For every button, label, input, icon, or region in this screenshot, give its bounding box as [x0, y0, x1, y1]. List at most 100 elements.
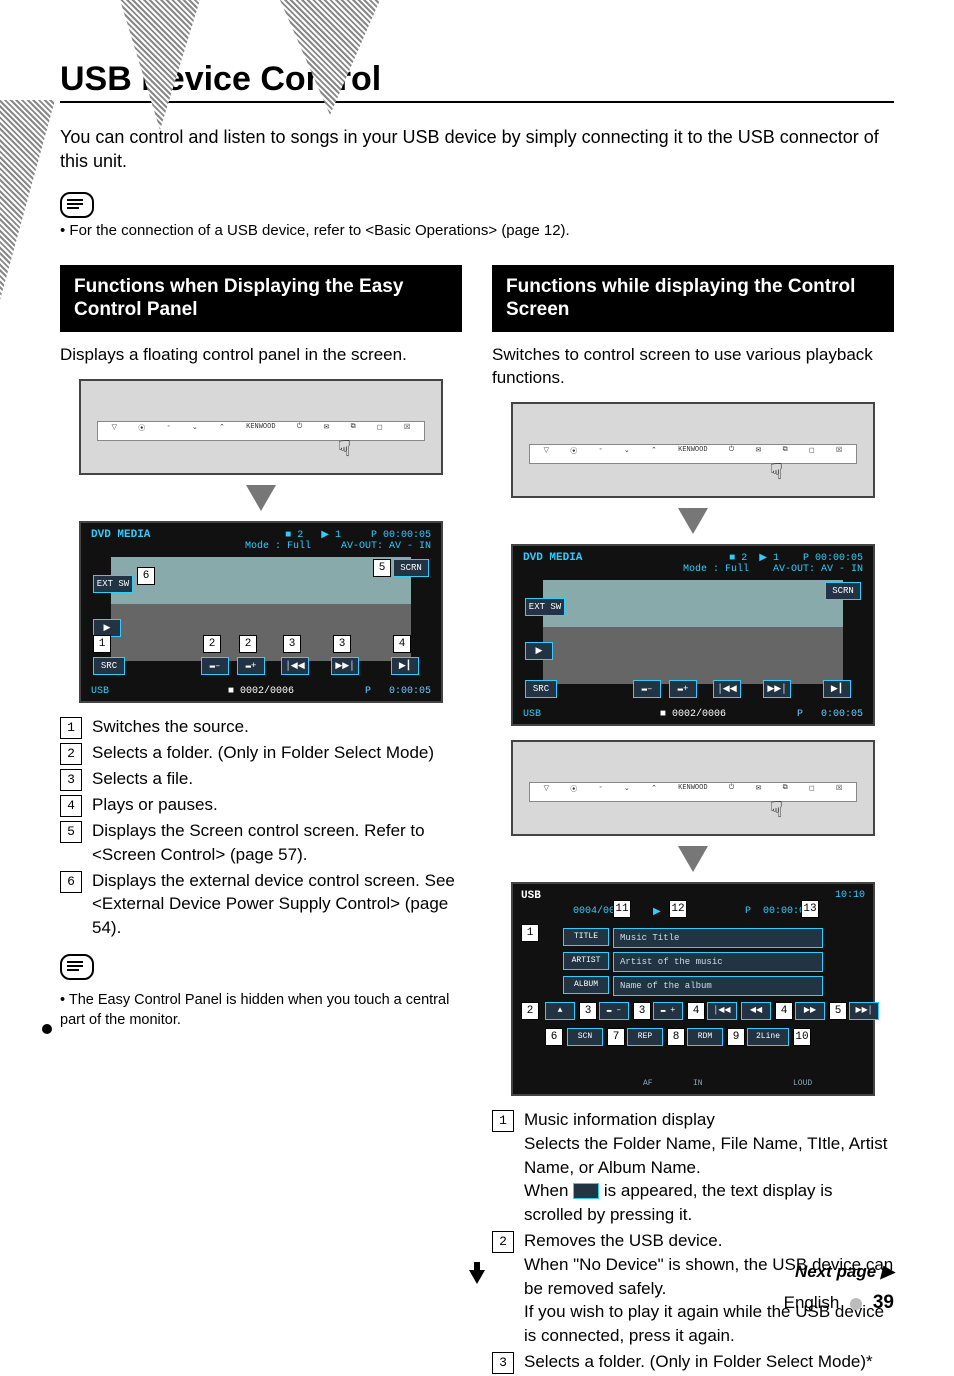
topbar-item: KENWOOD — [678, 784, 707, 798]
usb-row-label-title[interactable]: TITLE — [563, 928, 609, 946]
callout-number: 3 — [492, 1352, 514, 1374]
topbar-item: ⌃ — [651, 446, 657, 460]
note-list: For the connection of a USB device, refe… — [60, 222, 894, 239]
topbar-item: ⏻ — [729, 446, 735, 460]
topbar-item: ⧉ — [783, 446, 788, 460]
dvd-video-area — [543, 580, 843, 684]
scrn-button[interactable]: SCRN — [393, 559, 429, 577]
topbar-item: ☒ — [404, 423, 410, 437]
usb-in-label: IN — [693, 1079, 703, 1088]
usb-af-label: AF — [643, 1079, 653, 1088]
callout-2b: 2 — [239, 635, 257, 653]
usb-folder-up[interactable]: ▬ + — [653, 1002, 683, 1020]
callout-number: 2 — [60, 743, 82, 765]
usb-folder-down[interactable]: ▬ – — [599, 1002, 629, 1020]
usb-rep[interactable]: REP — [627, 1028, 663, 1046]
usb-prev-track[interactable]: │◀◀ — [707, 1002, 737, 1020]
left-callout-list: 1 Switches the source. 2 Selects a folder. … — [60, 715, 462, 940]
note-icon — [60, 954, 94, 980]
usb-rew[interactable]: ◀◀ — [741, 1002, 771, 1020]
callout-item: 4 Plays or pauses. — [60, 793, 462, 817]
arrow-down-icon — [678, 508, 708, 534]
footer-lang-page: English 39 — [784, 1292, 894, 1314]
scroll-button-icon — [573, 1183, 599, 1199]
callout-8: 8 — [667, 1028, 685, 1046]
usb-scn[interactable]: SCN — [567, 1028, 603, 1046]
page-footer: Next page ▶ English 39 — [784, 1262, 894, 1314]
topbar-item: ◻ — [809, 446, 815, 460]
callout-3a: 3 — [283, 635, 301, 653]
topbar-item: ⏻ — [297, 423, 303, 437]
arrow-down-icon — [246, 485, 276, 511]
dvd-elapsed: P 0:00:05 — [797, 709, 863, 720]
topbar-item: ☒ — [836, 784, 842, 798]
screenshot-topbar-right: ▽⦿◦⌄⌃KENWOOD⏻✉⧉◻☒ ☟ — [511, 402, 875, 498]
topbar-item: KENWOOD — [678, 446, 707, 460]
scrn-button[interactable]: SCRN — [825, 582, 861, 600]
section-lead: Displays a floating control panel in the… — [60, 344, 462, 367]
callout-number: 1 — [492, 1110, 514, 1132]
topbar-item: ⧉ — [783, 784, 788, 798]
usb-2line[interactable]: 2Line — [747, 1028, 789, 1046]
note-block: For the connection of a USB device, refe… — [60, 192, 894, 239]
callout-text: Plays or pauses. — [92, 793, 462, 817]
topbar-item: ⦿ — [138, 423, 145, 437]
dvd-header-right: ■ 2 ▶ 1 P 00:00:05 Mode : Full AV-OUT: A… — [683, 552, 863, 575]
title-rule — [60, 101, 894, 103]
callout-item: 6Displays the external device control sc… — [60, 869, 462, 940]
callout-number: 2 — [492, 1231, 514, 1253]
usb-eject-button[interactable]: ▲ — [545, 1002, 575, 1020]
src-button[interactable]: SRC — [93, 657, 125, 675]
callout-1: 1 — [93, 635, 111, 653]
callout-3b: 3 — [333, 635, 351, 653]
callout-text: Selects a folder. (Only in Folder Select… — [92, 741, 462, 765]
callout-text: Displays the external device control scr… — [92, 869, 462, 940]
callout-2: 2 — [521, 1002, 539, 1020]
callout-2a: 2 — [203, 635, 221, 653]
usb-next-track[interactable]: ▶▶│ — [849, 1002, 879, 1020]
page-title: USB Device Control — [60, 60, 894, 99]
callout-number: 4 — [60, 795, 82, 817]
dvd-title: DVD MEDIA — [91, 529, 150, 541]
callout-number: 5 — [60, 821, 82, 843]
section-heading-control-screen: Functions while displaying the Control S… — [492, 265, 894, 333]
callout-number: 1 — [60, 717, 82, 739]
src-button[interactable]: SRC — [525, 680, 557, 698]
callout-item: 3Selects a file. — [60, 767, 462, 791]
note-block: The Easy Control Panel is hidden when yo… — [60, 954, 462, 1031]
callout-item: 2 Selects a folder. (Only in Folder Selec… — [60, 741, 462, 765]
topbar-item: ☒ — [836, 446, 842, 460]
decorative-hatch — [0, 100, 55, 300]
hand-icon: ☟ — [338, 436, 351, 462]
usb-rdm[interactable]: RDM — [687, 1028, 723, 1046]
dvd-video-area — [111, 557, 411, 661]
left-column: Functions when Displaying the Easy Contr… — [60, 265, 462, 1376]
right-callout-list: 1Music information displaySelects the Fo… — [492, 1108, 894, 1374]
callout-4: 4 — [393, 635, 411, 653]
dvd-status-b: ▶ 1 — [321, 530, 341, 541]
usb-fwd[interactable]: ▶▶ — [795, 1002, 825, 1020]
usb-row-label-artist[interactable]: ARTIST — [563, 952, 609, 970]
callout-3a: 3 — [579, 1002, 597, 1020]
screenshot-topbar-right-2: ▽⦿◦⌄⌃KENWOOD⏻✉⧉◻☒ ☟ — [511, 740, 875, 836]
screenshot-topbar: ▽⦿◦⌄⌃KENWOOD⏻✉⧉◻☒ ☟ — [79, 379, 443, 475]
topbar-item: KENWOOD — [246, 423, 275, 437]
topbar-item: ⏻ — [729, 784, 735, 798]
usb-row-label-album[interactable]: ALBUM — [563, 976, 609, 994]
callout-text: Switches the source. — [92, 715, 462, 739]
extsw-button[interactable]: EXT SW — [93, 575, 133, 593]
topbar-item: ▽ — [544, 784, 549, 798]
screenshot-usb-control: USB 10:10 0004/0006 11 ▶ 12 P 00:00:05 1… — [511, 882, 875, 1096]
extsw-button[interactable]: EXT SW — [525, 598, 565, 616]
two-column-layout: Functions when Displaying the Easy Contr… — [60, 265, 894, 1376]
callout-6: 6 — [137, 567, 155, 585]
dvd-mode: Mode : Full — [245, 541, 311, 552]
usb-title: USB — [521, 890, 541, 902]
arrow-down-icon — [678, 846, 708, 872]
hand-icon: ☟ — [770, 459, 783, 485]
topbar-item: ▽ — [112, 423, 117, 437]
footer-dot-icon — [850, 1298, 862, 1310]
topbar-item: ⌄ — [192, 423, 198, 437]
callout-10: 10 — [793, 1028, 811, 1046]
margin-dot-icon — [42, 1024, 52, 1034]
